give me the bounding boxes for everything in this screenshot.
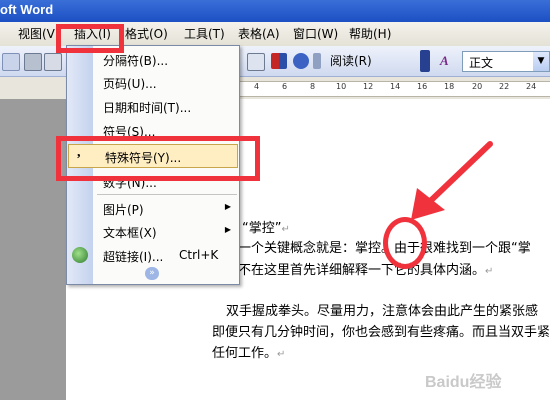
submenu-arrow-icon: ▶ [224,225,231,234]
menu-separator [97,194,237,195]
style-select-value: 正文 [469,56,494,70]
menu-help[interactable]: 帮助(H) [349,26,391,42]
ruler-number: 14 [390,82,401,91]
menu-format[interactable]: 格式(O) [125,26,168,42]
paragraph-mark-icon: ↵ [277,349,286,360]
read-book-icon [313,53,321,69]
doc-text: “掌控” [242,221,282,236]
horizontal-ruler[interactable]: 4 6 8 10 12 14 16 18 20 22 24 [232,81,550,97]
window-title: oft Word [0,2,54,17]
help-icon[interactable] [293,53,309,69]
menu-item-text-box[interactable]: 文本框(X) ▶ [67,220,239,242]
print-preview-icon[interactable] [44,53,62,71]
ruler-number: 24 [526,82,537,91]
menu-item-label: 分隔符(B)... [103,54,169,68]
ruler-number: 12 [363,82,374,91]
annotation-box-insert-menu [56,24,124,53]
style-select[interactable]: 正文 ▼ [462,51,550,72]
menu-tools[interactable]: 工具(T) [184,26,225,42]
ruler-number: 6 [282,82,288,91]
chevron-down-icon[interactable]: ▼ [533,52,549,71]
menu-item-label: 图片(P) [103,203,144,217]
table-icon[interactable] [247,53,265,71]
ruler-number: 4 [254,82,260,91]
menu-item-date-time[interactable]: 日期和时间(T)... [67,95,239,117]
expand-menu-chevron-icon[interactable]: » [145,267,159,280]
menu-item-label: 文本框(X) [103,226,157,240]
menu-item-page-numbers[interactable]: 页码(U)... [67,71,239,93]
hyperlink-icon [72,247,88,263]
menu-table[interactable]: 表格(A) [238,26,280,42]
menu-view[interactable]: 视图(V) [18,26,60,42]
menu-item-hyperlink[interactable]: 超链接(I)... Ctrl+K [67,244,239,266]
toolbar-options-icon[interactable] [420,50,430,72]
read-mode-button[interactable]: 阅读(R) [330,52,372,70]
doc-line: 不在这里首先详细解释一下它的具体内涵。↵ [238,259,493,278]
doc-text: 不在这里首先详细解释一下它的具体内涵。 [238,263,486,278]
doc-text: 任何工作。 [212,346,278,361]
doc-line-heading: “掌控”↵ [242,217,290,236]
ruler-number: 20 [472,82,483,91]
menu-window[interactable]: 窗口(W) [293,26,338,42]
menu-item-label: 超链接(I)... [103,250,164,264]
menu-item-label: 页码(U)... [103,77,157,91]
title-bar: oft Word [0,0,550,22]
watermark: Baidu经验 [425,374,502,391]
annotation-box-special-symbol [56,136,260,181]
paragraph-mark-icon: ↵ [281,224,290,235]
menu-item-picture[interactable]: 图片(P) ▶ [67,197,239,219]
doc-line: 任何工作。↵ [212,342,285,361]
menu-item-shortcut: Ctrl+K [179,248,219,262]
submenu-arrow-icon: ▶ [224,202,231,211]
ruler-number: 8 [310,82,316,91]
styles-pane-icon[interactable]: A [440,53,449,69]
columns-icon[interactable] [271,53,287,69]
print-icon[interactable] [24,53,42,71]
annotation-arrow-icon [411,141,493,220]
ruler-number: 18 [444,82,455,91]
ruler-number: 22 [499,82,510,91]
doc-line: 即便只有几分钟时间，你也会感到有些疼痛。而且当双手紧 [212,325,550,340]
new-document-icon[interactable] [2,53,20,71]
doc-line: 双手握成拳头。尽量用力，注意体会由此产生的紧张感 [226,304,539,319]
ruler-number: 10 [336,82,347,91]
ruler-number: 16 [417,82,428,91]
paragraph-mark-icon: ↵ [485,266,494,277]
menu-item-label: 日期和时间(T)... [103,101,192,115]
